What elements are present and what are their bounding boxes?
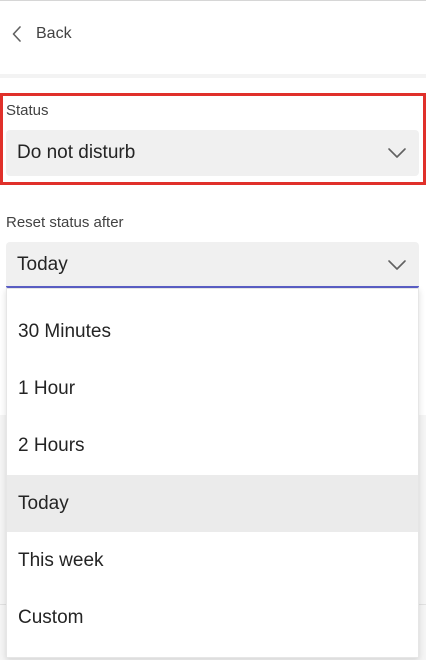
dropdown-option-30-minutes[interactable]: 30 Minutes — [7, 303, 418, 360]
dropdown-option-this-week[interactable]: This week — [7, 532, 418, 589]
dropdown-option-1-hour[interactable]: 1 Hour — [7, 360, 418, 417]
status-value: Do not disturb — [17, 142, 136, 163]
reset-label: Reset status after — [6, 214, 124, 231]
dropdown-option-today[interactable]: Today — [7, 475, 418, 532]
dropdown-option-custom[interactable]: Custom — [7, 589, 418, 646]
status-dropdown[interactable]: Do not disturb — [6, 130, 419, 176]
status-label: Status — [6, 102, 49, 119]
chevron-left-icon — [12, 26, 22, 42]
header-bar: Back — [0, 0, 426, 74]
back-button[interactable]: Back — [6, 19, 78, 49]
chevron-down-icon — [387, 258, 407, 276]
chevron-down-icon — [387, 146, 407, 164]
reset-dropdown-menu: 30 Minutes 1 Hour 2 Hours Today This wee… — [6, 288, 419, 658]
reset-value: Today — [17, 254, 68, 275]
header-divider — [0, 74, 426, 78]
reset-dropdown[interactable]: Today — [6, 242, 419, 288]
dropdown-option-2-hours[interactable]: 2 Hours — [7, 417, 418, 474]
back-label: Back — [36, 25, 72, 42]
